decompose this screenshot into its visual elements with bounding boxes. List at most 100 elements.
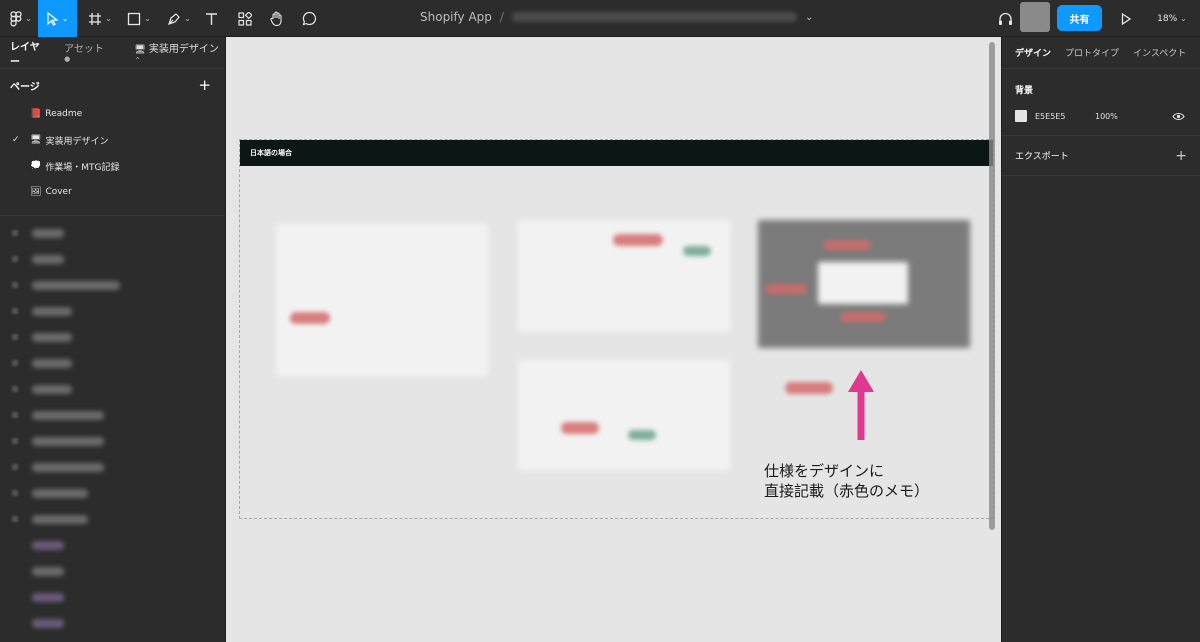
figma-menu-button[interactable]: ⌄ [4,0,38,37]
tab-assets[interactable]: アセット● [64,40,108,66]
layer-row[interactable] [0,532,225,558]
layer-arrow-icon [12,334,18,340]
red-memo [613,234,663,246]
right-panel: デザイン プロトタイプ インスペクト 背景 E5E5E5 100% エクスポート… [1001,37,1200,642]
page-item-implementation-design[interactable]: ✓ 🖥 実装用デザイン [0,127,225,153]
frame-hash-icon [89,12,102,25]
pages-title: ページ [10,81,40,93]
layer-row[interactable] [0,350,225,376]
tab-prototype[interactable]: プロトタイプ [1065,46,1119,59]
pen-icon [168,12,180,25]
hand-tool-button[interactable] [267,0,287,37]
bg-opacity-value[interactable]: 100% [1095,112,1118,121]
layer-row[interactable] [0,428,225,454]
chevron-down-icon: ⌄ [105,14,112,23]
resources-button[interactable] [235,0,255,37]
pages-header: ページ + [0,69,225,101]
bg-hex-value[interactable]: E5E5E5 [1035,112,1095,121]
layer-arrow-icon [12,256,18,262]
page-item-cover[interactable]: 🖼 Cover [0,179,225,205]
layer-row[interactable] [0,324,225,350]
layer-row[interactable] [0,220,225,246]
layer-row[interactable] [0,454,225,480]
play-icon [1121,12,1131,25]
green-pill [628,430,656,440]
layer-row[interactable] [0,584,225,610]
red-memo [840,312,886,322]
annotation-line: 仕様をデザインに [764,462,885,480]
blurred-layer-name [32,228,64,238]
layer-row[interactable] [0,558,225,584]
rectangle-icon [127,12,141,25]
canvas-scrollbar[interactable] [989,42,995,530]
layer-row[interactable] [0,246,225,272]
checkmark-icon: ✓ [12,135,20,145]
tab-inspect[interactable]: インスペクト [1133,46,1186,59]
left-panel: レイヤー アセット● 🖥 実装用デザイン ⌃ ページ + 📕 Readme ✓ … [0,37,226,642]
comment-tool-button[interactable] [299,0,319,37]
current-page-selector[interactable]: 🖥 実装用デザイン ⌃ [134,40,225,66]
layer-arrow-icon [12,282,18,288]
chevron-down-icon: ⌄ [804,11,814,23]
text-icon [205,12,217,25]
blurred-screen-card [276,224,488,376]
share-button[interactable]: 共有 [1057,5,1102,31]
eye-icon[interactable] [1172,112,1185,121]
layer-arrow-icon [12,464,18,470]
blurred-layer-name [32,566,64,576]
blurred-layer-name [32,462,104,472]
dot-indicator-icon: ● [64,54,71,63]
chevron-down-icon: ⌄ [1180,14,1187,23]
shape-tool-button[interactable]: ⌄ [122,0,156,37]
top-toolbar: ⌄ ⌄ ⌄ ⌄ ⌄ Shopify App / ⌄ 共有 18% ⌄ [0,0,1200,37]
add-page-button[interactable]: + [198,76,211,94]
text-tool-button[interactable] [200,0,222,37]
blurred-layer-name [32,332,72,342]
layer-row[interactable] [0,610,225,636]
tab-layers[interactable]: レイヤー [10,38,48,68]
file-title-area[interactable]: Shopify App / ⌄ [420,10,813,24]
tab-design[interactable]: デザイン [1015,46,1051,59]
present-button[interactable] [1116,0,1136,37]
components-icon [238,11,252,26]
blurred-filename [511,12,797,22]
audio-call-button[interactable] [995,0,1015,37]
blurred-layer-name [32,410,104,420]
page-item-readme[interactable]: 📕 Readme [0,101,225,127]
frame-header: 日本語の場合 [240,140,993,166]
blurred-layer-name [32,488,88,498]
monitor-icon: 🖥 [30,135,42,145]
layer-list [0,215,225,636]
zoom-level: 18% [1157,13,1178,24]
page-list: 📕 Readme ✓ 🖥 実装用デザイン 💭 作業場・MTG記録 🖼 Cover [0,101,225,205]
layer-row[interactable] [0,480,225,506]
layer-row[interactable] [0,402,225,428]
layer-row[interactable] [0,298,225,324]
design-canvas[interactable]: 日本語の場合 仕様をデザインに 直接記載（赤色のメモ） [226,37,1001,642]
blurred-layer-name [32,358,72,368]
left-panel-tabs: レイヤー アセット● 🖥 実装用デザイン ⌃ [0,37,225,69]
blurred-layer-name [32,384,72,394]
background-color-row[interactable]: E5E5E5 100% [1015,110,1187,122]
add-export-button[interactable]: + [1175,148,1187,164]
background-label: 背景 [1015,86,1034,96]
layer-row[interactable] [0,272,225,298]
layer-arrow-icon [12,412,18,418]
pen-tool-button[interactable]: ⌄ [162,0,196,37]
layer-row[interactable] [0,506,225,532]
page-item-workspace[interactable]: 💭 作業場・MTG記録 [0,153,225,179]
move-tool-button[interactable]: ⌄ [38,0,77,37]
chevron-up-icon: ⌃ [134,55,141,65]
zoom-control[interactable]: 18% ⌄ [1150,0,1194,37]
layer-row[interactable] [0,376,225,402]
background-section: 背景 E5E5E5 100% [1002,69,1200,136]
chevron-down-icon: ⌄ [184,14,191,23]
avatar[interactable] [1020,2,1050,32]
chevron-down-icon: ⌄ [144,14,151,23]
export-label: エクスポート [1015,152,1069,162]
frame-tool-button[interactable]: ⌄ [83,0,117,37]
color-swatch[interactable] [1015,110,1027,122]
blurred-modal [818,262,908,304]
annotation-line: 直接記載（赤色のメモ） [764,482,930,500]
layer-arrow-icon [12,360,18,366]
